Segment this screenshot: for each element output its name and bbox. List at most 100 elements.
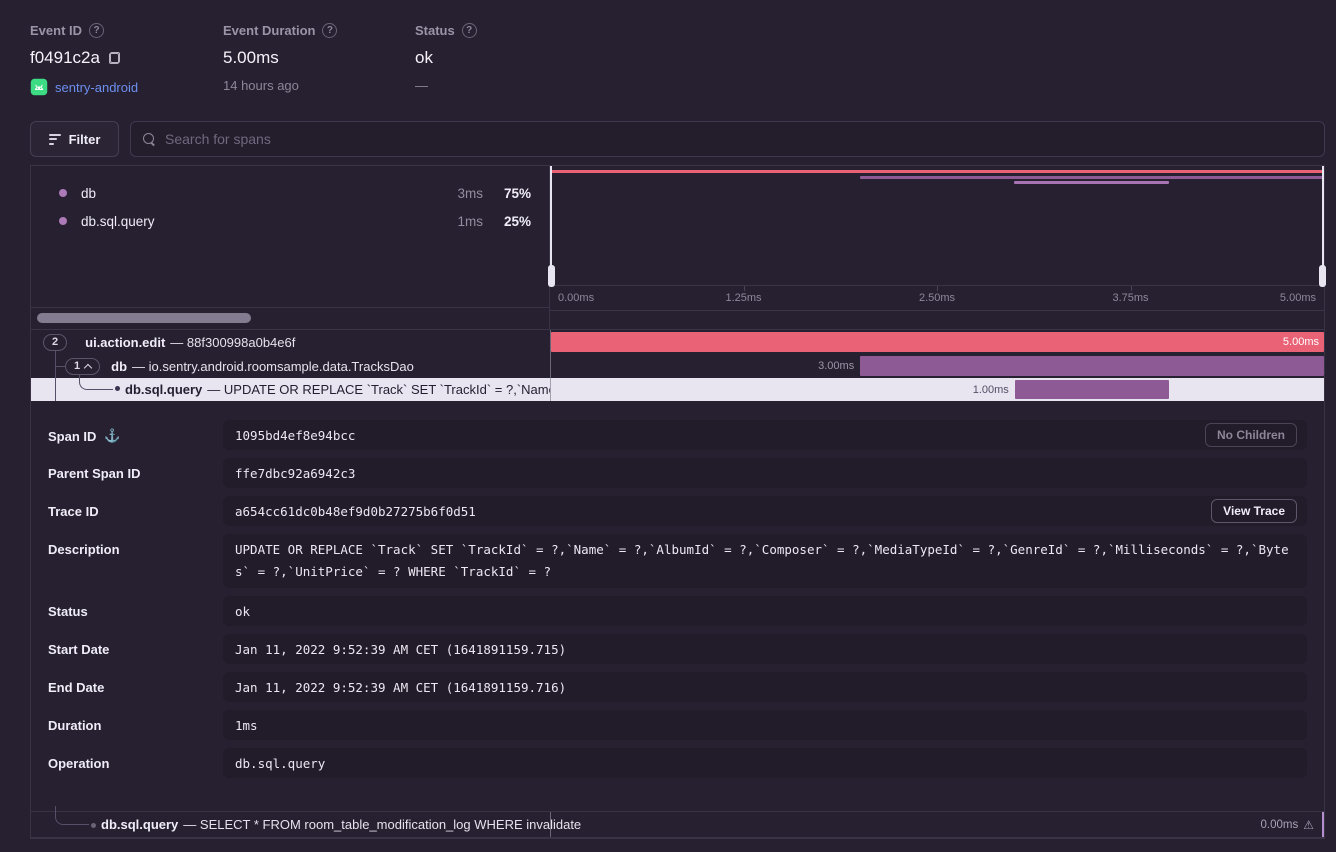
minimap-pane[interactable]: 0.00ms 1.25ms 2.50ms 3.75ms 5.00ms — [550, 166, 1324, 329]
span-row-db-sql-query-selected[interactable]: db.sql.query — UPDATE OR REPLACE `Track`… — [31, 378, 1324, 401]
event-id-value: f0491c2a — [30, 48, 100, 68]
detail-value-box: UPDATE OR REPLACE `Track` SET `TrackId` … — [223, 534, 1307, 588]
detail-label: Trace ID — [48, 504, 99, 519]
description-value: UPDATE OR REPLACE `Track` SET `TrackId` … — [235, 542, 1289, 579]
axis-tick-label: 3.75ms — [1112, 292, 1148, 304]
status-secondary: — — [415, 78, 428, 93]
no-children-button[interactable]: No Children — [1205, 423, 1297, 447]
search-icon — [143, 133, 156, 146]
axis-tick-label: 0.00ms — [558, 292, 594, 304]
end-date-value: Jan 11, 2022 9:52:39 AM CET (1641891159.… — [235, 680, 566, 695]
search-box[interactable] — [130, 121, 1325, 157]
detail-label: Parent Span ID — [48, 466, 140, 481]
op-duration: 1ms — [435, 214, 483, 229]
detail-row-parent-span-id: Parent Span ID ffe7dbc92a6942c3 — [31, 458, 1324, 488]
op-duration: 3ms — [435, 186, 483, 201]
detail-label: End Date — [48, 680, 104, 695]
ops-breakdown-row[interactable]: db 3ms 75% — [31, 179, 549, 207]
event-duration-label: Event Duration — [223, 23, 337, 38]
minimap-left-grip[interactable] — [548, 265, 555, 287]
span-row-ui-action-edit[interactable]: 2 ui.action.edit — 88f300998a0b4e6f 5.00… — [31, 330, 1324, 354]
op-name: db — [81, 186, 435, 201]
column-divider[interactable] — [550, 812, 551, 837]
filter-button-label: Filter — [69, 132, 101, 147]
status-detail-value: ok — [235, 604, 250, 619]
detail-row-span-id: Span ID 1095bd4ef8e94bcc No Children — [31, 420, 1324, 450]
minimap-bar-db — [860, 176, 1324, 179]
span-description: — 88f300998a0b4e6f — [170, 335, 295, 350]
filter-button[interactable]: Filter — [30, 121, 119, 157]
help-icon[interactable] — [322, 23, 337, 38]
status-value: ok — [415, 48, 433, 68]
detail-value-box: ok — [223, 596, 1307, 626]
detail-row-start-date: Start Date Jan 11, 2022 9:52:39 AM CET (… — [31, 634, 1324, 664]
anchor-icon[interactable] — [104, 428, 120, 444]
horizontal-scrollbar-thumb[interactable] — [37, 313, 251, 323]
span-description: — io.sentry.android.roomsample.data.Trac… — [132, 359, 414, 374]
detail-value-box: ffe7dbc92a6942c3 — [223, 458, 1307, 488]
tree-leaf-bullet — [91, 823, 96, 828]
axis-tick-label: 2.50ms — [919, 292, 955, 304]
search-input[interactable] — [165, 131, 1312, 147]
android-project-icon — [30, 78, 48, 96]
ops-breakdown-row[interactable]: db.sql.query 1ms 25% — [31, 207, 549, 235]
detail-value-box: Jan 11, 2022 9:52:39 AM CET (1641891159.… — [223, 672, 1307, 702]
minimap-right-grip[interactable] — [1319, 265, 1326, 287]
span-duration: 5.00ms — [1283, 336, 1319, 348]
event-id-label: Event ID — [30, 23, 138, 38]
detail-row-status: Status ok — [31, 596, 1324, 626]
axis-tick-label: 1.25ms — [725, 292, 761, 304]
span-op: db — [111, 359, 127, 374]
span-row-db[interactable]: 1 db — io.sentry.android.roomsample.data… — [31, 354, 1324, 378]
detail-row-operation: Operation db.sql.query — [31, 748, 1324, 778]
horizontal-scrollbar-track[interactable] — [31, 307, 549, 329]
help-icon[interactable] — [462, 23, 477, 38]
span-description: — SELECT * FROM room_table_modification_… — [183, 817, 581, 832]
op-color-dot — [59, 217, 67, 225]
copy-icon[interactable] — [109, 52, 120, 64]
span-bar[interactable]: 5.00ms — [551, 332, 1324, 352]
view-trace-button[interactable]: View Trace — [1211, 499, 1297, 523]
children-count: 2 — [52, 336, 58, 348]
minimap-bar-ui-action-edit — [550, 170, 1324, 173]
detail-row-trace-id: Trace ID a654cc61dc0b48ef9d0b27275b6f0d5… — [31, 496, 1324, 526]
children-count-badge[interactable]: 2 — [43, 334, 67, 351]
minimap-chart[interactable] — [550, 166, 1324, 285]
minimap-section: db 3ms 75% db.sql.query 1ms 25% — [31, 166, 1324, 329]
event-time-ago: 14 hours ago — [223, 78, 299, 93]
detail-label: Duration — [48, 718, 101, 733]
span-duration: 3.00ms — [818, 354, 860, 378]
filter-icon — [49, 134, 61, 145]
span-bar[interactable] — [860, 356, 1324, 376]
span-description: — UPDATE OR REPLACE `Track` SET `TrackId… — [207, 382, 550, 397]
span-duration: 1.00ms — [973, 378, 1015, 401]
detail-label: Start Date — [48, 642, 109, 657]
detail-label: Status — [48, 604, 88, 619]
detail-value-box: a654cc61dc0b48ef9d0b27275b6f0d51 View Tr… — [223, 496, 1307, 526]
detail-row-end-date: End Date Jan 11, 2022 9:52:39 AM CET (16… — [31, 672, 1324, 702]
event-id-value-row: f0491c2a — [30, 48, 138, 68]
timeline-cursor — [1322, 812, 1324, 837]
time-axis: 0.00ms 1.25ms 2.50ms 3.75ms 5.00ms — [550, 285, 1324, 310]
project-link[interactable]: sentry-android — [55, 80, 138, 95]
detail-label: Operation — [48, 756, 109, 771]
start-date-value: Jan 11, 2022 9:52:39 AM CET (1641891159.… — [235, 642, 566, 657]
warning-icon — [1303, 818, 1314, 832]
span-row-select-query[interactable]: db.sql.query — SELECT * FROM room_table_… — [31, 811, 1324, 838]
detail-value-box: 1ms — [223, 710, 1307, 740]
span-duration: 0.00ms — [1261, 819, 1299, 831]
detail-row-duration: Duration 1ms — [31, 710, 1324, 740]
span-bar[interactable] — [1015, 380, 1170, 399]
children-count-badge[interactable]: 1 — [65, 358, 100, 375]
detail-value-box: 1095bd4ef8e94bcc No Children — [223, 420, 1307, 450]
detail-row-description: Description UPDATE OR REPLACE `Track` SE… — [31, 534, 1324, 588]
children-count: 1 — [74, 360, 80, 372]
event-id-label-text: Event ID — [30, 23, 82, 38]
project-row: sentry-android — [30, 78, 138, 96]
help-icon[interactable] — [89, 23, 104, 38]
status-label: Status — [415, 23, 477, 38]
span-id-value: 1095bd4ef8e94bcc — [235, 428, 355, 443]
detail-value-box: db.sql.query — [223, 748, 1307, 778]
event-duration-value: 5.00ms — [223, 48, 279, 68]
op-percent: 25% — [483, 214, 531, 229]
